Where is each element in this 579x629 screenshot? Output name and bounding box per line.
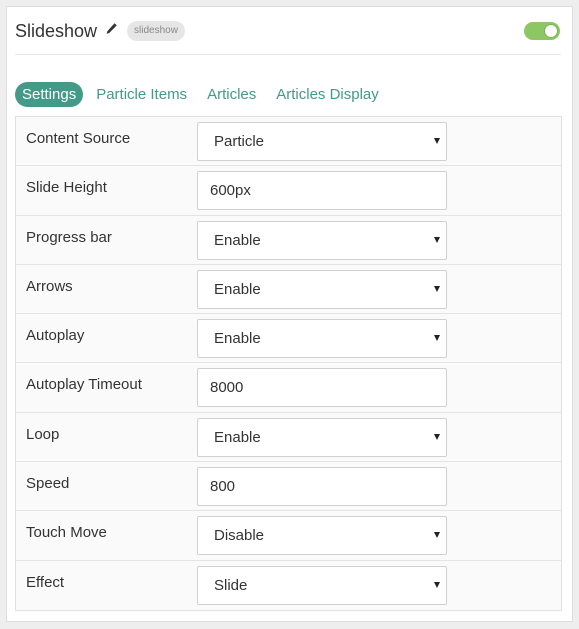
tab-articles[interactable]: Articles — [200, 82, 263, 107]
setting-row-progress-bar: Progress bar Enable — [16, 216, 561, 265]
tab-bar: Settings Particle Items Articles Article… — [15, 82, 392, 107]
autoplay-timeout-input[interactable]: 8000 — [197, 368, 447, 408]
caret-down-icon — [434, 581, 440, 588]
loop-select[interactable]: Enable — [197, 417, 447, 457]
setting-label: Arrows — [26, 277, 73, 295]
caret-down-icon — [434, 433, 440, 440]
setting-label: Loop — [26, 425, 60, 443]
caret-down-icon — [434, 335, 440, 342]
input-value: 800 — [210, 478, 236, 496]
setting-label: Autoplay — [26, 327, 85, 345]
panel-header: Slideshow slideshow — [15, 20, 561, 54]
setting-row-autoplay: Autoplay Enable — [16, 314, 561, 364]
setting-row-slide-height: Slide Height 600px — [16, 166, 561, 216]
setting-label: Autoplay Timeout — [26, 376, 142, 394]
setting-row-speed: Speed 800 — [16, 462, 561, 512]
tab-particle-items[interactable]: Particle Items — [89, 82, 194, 107]
tab-settings[interactable]: Settings — [15, 82, 84, 107]
caret-down-icon — [434, 138, 440, 144]
id-badge: slideshow — [127, 21, 185, 41]
progress-bar-select[interactable]: Enable — [197, 220, 447, 260]
slideshow-panel: Slideshow slideshow Settings Particle It… — [6, 6, 573, 622]
caret-down-icon — [434, 236, 440, 243]
tab-articles-display[interactable]: Articles Display — [269, 82, 386, 107]
autoplay-select[interactable]: Enable — [197, 319, 447, 359]
caret-down-icon — [434, 285, 440, 292]
header-divider — [15, 54, 561, 55]
select-value: Enable — [214, 231, 261, 249]
setting-row-touch-move: Touch Move Disable — [16, 511, 561, 561]
toggle-knob — [544, 24, 558, 38]
setting-row-autoplay-timeout: Autoplay Timeout 8000 — [16, 363, 561, 413]
setting-label: Effect — [26, 573, 65, 591]
setting-label: Progress bar — [26, 228, 112, 246]
setting-label: Content Source — [26, 130, 131, 147]
setting-row-effect: Effect Slide — [16, 561, 561, 610]
touch-move-select[interactable]: Disable — [197, 516, 447, 556]
select-value: Enable — [214, 330, 261, 348]
content-source-select[interactable]: Particle — [197, 122, 447, 161]
input-value: 8000 — [210, 379, 244, 397]
enable-toggle[interactable] — [524, 22, 560, 40]
select-value: Enable — [214, 280, 261, 298]
select-value: Particle — [214, 133, 265, 150]
input-value: 600px — [210, 182, 251, 200]
setting-label: Touch Move — [26, 524, 107, 542]
arrows-select[interactable]: Enable — [197, 269, 447, 309]
select-value: Disable — [214, 527, 265, 545]
setting-label: Slide Height — [26, 179, 107, 197]
pencil-icon[interactable] — [105, 23, 117, 37]
setting-label: Speed — [26, 475, 70, 493]
select-value: Enable — [214, 428, 261, 446]
effect-select[interactable]: Slide — [197, 565, 447, 605]
panel-title: Slideshow — [15, 21, 98, 41]
setting-row-content-source: Content Source Particle — [16, 117, 561, 167]
caret-down-icon — [434, 532, 440, 539]
setting-row-arrows: Arrows Enable — [16, 265, 561, 315]
settings-form: Content Source Particle Slide Height 600… — [15, 116, 562, 611]
speed-input[interactable]: 800 — [197, 467, 447, 507]
slide-height-input[interactable]: 600px — [197, 171, 447, 211]
select-value: Slide — [214, 576, 248, 594]
setting-row-loop: Loop Enable — [16, 413, 561, 463]
